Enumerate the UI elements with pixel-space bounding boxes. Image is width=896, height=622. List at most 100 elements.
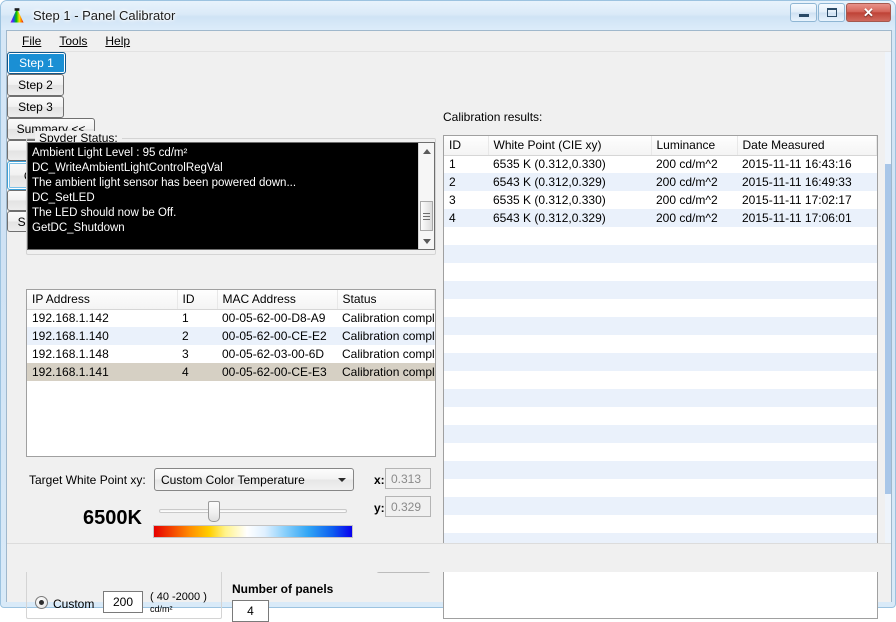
device-ip: 192.168.1.142 [27,309,177,327]
empty-cell [737,461,877,479]
result-id: 3 [444,191,488,209]
device-status: Calibration completed [337,309,435,327]
table-row-empty [444,479,877,497]
title-bar: Step 1 - Panel Calibrator ✕ [1,1,895,30]
color-temperature-slider-track[interactable] [159,509,347,513]
empty-cell [444,245,488,263]
number-of-panels-field[interactable]: 4 [232,600,269,622]
table-row-empty [444,389,877,407]
window-scroll-thumb[interactable] [885,164,891,494]
luminance-value: 200 [112,595,134,609]
result-date: 2015-11-11 16:49:33 [737,173,877,191]
empty-cell [651,371,737,389]
tab-step-1[interactable]: Step 1 [7,52,66,74]
tab-step-1-label: Step 1 [19,56,54,70]
tab-step-3[interactable]: Step 3 [7,96,64,118]
table-row-empty [444,407,877,425]
device-col-3[interactable]: Status [337,290,435,310]
results-col-2[interactable]: Luminance [651,136,738,156]
luminance-custom-radio[interactable] [35,596,48,609]
menu-help-label: Help [105,34,131,48]
white-point-x-field[interactable]: 0.313 [385,468,431,489]
empty-cell [177,435,217,453]
empty-cell [737,425,877,443]
table-row-empty [444,281,877,299]
table-row[interactable]: 3 6535 K (0.312,0.330) 200 cd/m^2 2015-11-1… [444,191,877,209]
table-row[interactable]: 192.168.1.140 2 00-05-62-00-CE-E2 Calibrati… [27,327,435,345]
console-scroll-down-button[interactable] [419,233,434,249]
luminance-value-field[interactable]: 200 [103,591,143,613]
empty-cell [651,407,737,425]
device-grid: IP Address ID MAC Address Status 192.168.1.… [27,290,435,453]
empty-cell [737,443,877,461]
white-point-y-label: y: [374,501,385,515]
device-col-1[interactable]: ID [177,290,218,310]
result-id: 1 [444,155,488,173]
empty-cell [444,443,488,461]
grip-icon [423,212,430,220]
empty-cell [337,399,435,417]
app-window: Step 1 - Panel Calibrator ✕ File Tools H… [0,0,896,622]
color-temperature-slider-thumb[interactable] [208,501,221,522]
table-row-empty [444,263,877,281]
window-vertical-scrollbar[interactable] [885,52,891,572]
results-col-0[interactable]: ID [444,136,489,156]
white-point-mode-select[interactable]: Custom Color Temperature [154,468,354,491]
empty-cell [651,479,737,497]
empty-cell [337,381,435,399]
device-table[interactable]: IP Address ID MAC Address Status 192.168.1.… [26,289,436,457]
empty-cell [444,425,488,443]
results-col-1[interactable]: White Point (CIE xy) [488,136,652,156]
maximize-button[interactable] [818,3,845,22]
device-mac: 00-05-62-00-CE-E3 [217,363,337,381]
empty-cell [737,389,877,407]
white-point-y-field[interactable]: 0.329 [385,496,431,517]
empty-cell [737,281,877,299]
empty-cell [217,381,337,399]
empty-cell [444,335,488,353]
table-row-empty [27,399,435,417]
white-point-x-label: x: [374,473,385,487]
console-scroll-thumb[interactable] [420,201,433,231]
device-status: Calibration completed [337,363,435,381]
close-button[interactable]: ✕ [846,3,891,22]
minimize-button[interactable] [790,3,817,22]
table-row[interactable]: 2 6543 K (0.312,0.329) 200 cd/m^2 2015-11-1… [444,173,877,191]
menu-tools[interactable]: Tools [50,32,96,50]
device-id: 1 [177,309,217,327]
empty-cell [488,245,651,263]
close-icon: ✕ [863,5,874,20]
empty-cell [651,245,737,263]
device-col-2[interactable]: MAC Address [217,290,338,310]
empty-cell [737,245,877,263]
table-row[interactable]: 192.168.1.141 4 00-05-62-00-CE-E3 Calibrati… [27,363,435,381]
empty-cell [651,515,737,533]
tab-step-2[interactable]: Step 2 [7,74,64,96]
empty-cell [737,479,877,497]
empty-cell [651,389,737,407]
results-col-3[interactable]: Date Measured [737,136,877,156]
table-row[interactable]: 4 6543 K (0.312,0.329) 200 cd/m^2 2015-11-1… [444,209,877,227]
empty-cell [651,263,737,281]
spyder-log-text: Ambient Light Level : 95 cd/m² DC_WriteA… [32,147,297,234]
window-controls: ✕ [790,3,891,22]
menu-file[interactable]: File [13,32,50,50]
table-row[interactable]: 1 6535 K (0.312,0.330) 200 cd/m^2 2015-11-1… [444,155,877,173]
prism-icon [10,7,24,22]
status-bar [7,543,891,572]
spyder-log-console[interactable]: Ambient Light Level : 95 cd/m² DC_WriteA… [27,142,435,250]
table-row[interactable]: 192.168.1.142 1 00-05-62-00-D8-A9 Calibrati… [27,309,435,327]
results-table-header-row: ID White Point (CIE xy) Luminance Date Meas… [444,136,877,156]
console-scrollbar[interactable] [418,143,434,249]
console-scroll-up-button[interactable] [419,143,434,159]
device-col-0[interactable]: IP Address [27,290,178,310]
result-luminance: 200 cd/m^2 [651,173,737,191]
table-row[interactable]: 192.168.1.148 3 00-05-62-03-00-6D Calibrati… [27,345,435,363]
empty-cell [488,515,651,533]
empty-cell [488,281,651,299]
menu-help[interactable]: Help [96,32,139,50]
result-id: 4 [444,209,488,227]
table-row-empty [444,335,877,353]
empty-cell [488,317,651,335]
empty-cell [444,263,488,281]
